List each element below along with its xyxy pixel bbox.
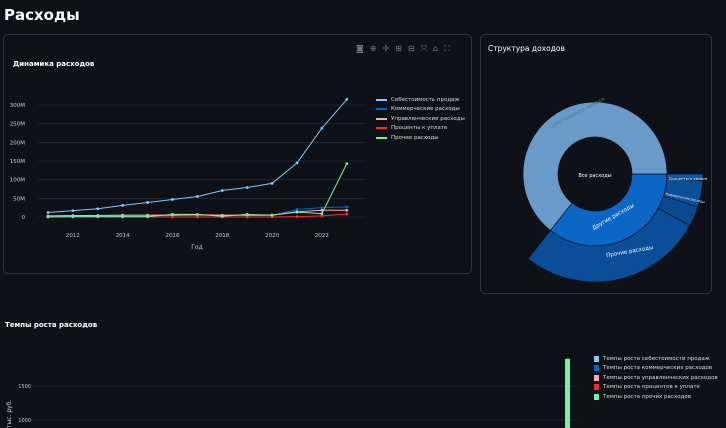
legend-label: Темпы роста управленческих расходов — [603, 374, 718, 381]
legend-label: Темпы роста коммерческих расходов — [603, 365, 713, 372]
y-axis-title: тыс. руб. — [6, 400, 13, 428]
legend-swatch — [594, 374, 599, 381]
legend-item[interactable]: Темпы роста процентов к уплате — [594, 383, 718, 393]
y-tick-label: 1500 — [18, 384, 31, 390]
legend-label: Темпы роста процентов к уплате — [603, 384, 700, 391]
legend-label: Темпы роста себестоимости продаж — [603, 355, 710, 362]
y-tick-label: 1000 — [18, 418, 31, 424]
legend-label: Темпы роста прочих расходов — [603, 393, 691, 400]
legend-swatch — [594, 355, 599, 362]
legend-swatch — [594, 365, 599, 372]
legend-item[interactable]: Темпы роста управленческих расходов — [594, 373, 718, 383]
bar-legend: Темпы роста себестоимости продаж Темпы ро… — [594, 354, 718, 402]
legend-item[interactable]: Темпы роста коммерческих расходов — [594, 364, 718, 374]
legend-item[interactable]: Темпы роста себестоимости продаж — [594, 354, 718, 364]
legend-swatch — [594, 393, 599, 400]
legend-swatch — [594, 384, 599, 391]
bar — [565, 358, 570, 428]
legend-item[interactable]: Темпы роста прочих расходов — [594, 392, 718, 402]
